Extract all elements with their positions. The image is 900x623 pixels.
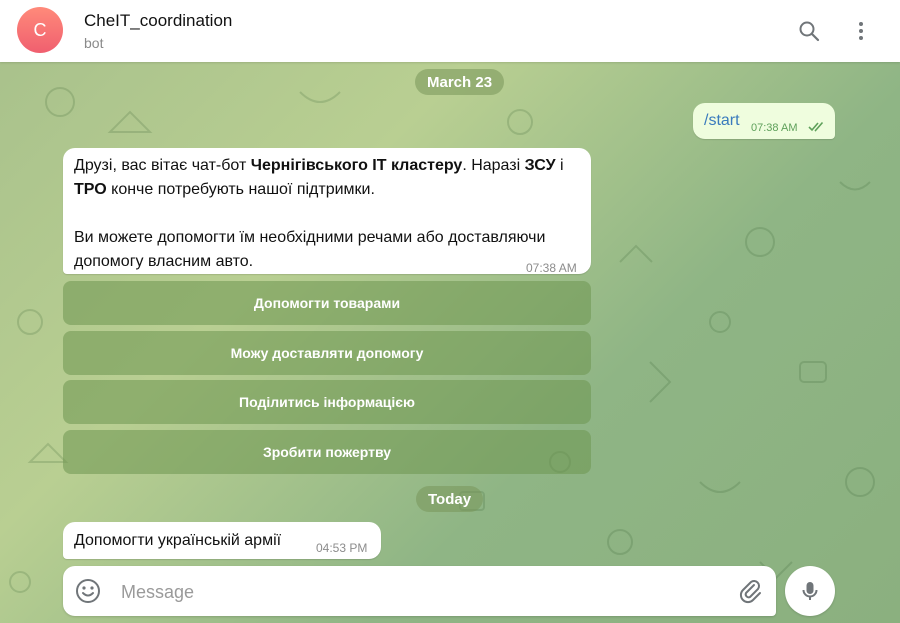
- message-composer: [63, 566, 776, 616]
- chat-title[interactable]: CheIT_coordination: [84, 11, 232, 31]
- message-time: 07:38 AM: [751, 122, 798, 134]
- outgoing-message[interactable]: /start 07:38 AM: [693, 103, 835, 139]
- paperclip-icon[interactable]: [737, 578, 763, 604]
- inline-button-share-info[interactable]: Поділитись інформацією: [63, 380, 591, 424]
- message-text: Друзі, вас вітає чат-бот Чернігівського …: [74, 157, 564, 270]
- avatar[interactable]: C: [17, 7, 63, 53]
- more-options-button[interactable]: [847, 17, 875, 45]
- more-vertical-icon: [859, 22, 863, 40]
- date-separator: March 23: [415, 69, 505, 95]
- incoming-message[interactable]: Друзі, вас вітає чат-бот Чернігівського …: [63, 148, 591, 275]
- inline-button-help-goods[interactable]: Допомогти товарами: [63, 281, 591, 325]
- microphone-icon: [802, 582, 818, 600]
- message-input[interactable]: [119, 578, 723, 606]
- smile-icon[interactable]: [75, 578, 101, 604]
- voice-record-button[interactable]: [785, 566, 835, 616]
- inline-button-deliver-help[interactable]: Можу доставляти допомогу: [63, 331, 591, 375]
- chat-subtitle: bot: [84, 35, 104, 51]
- search-icon: [799, 21, 820, 42]
- message-time: 04:53 PM: [316, 541, 368, 555]
- message-time: 07:38 AM: [526, 261, 577, 275]
- inline-button-donate[interactable]: Зробити пожертву: [63, 430, 591, 474]
- date-separator: Today: [416, 486, 484, 512]
- incoming-message[interactable]: Допомогти українській армії 04:53 PM: [63, 522, 381, 559]
- chat-header: C CheIT_coordination bot: [0, 0, 900, 62]
- message-text: Допомогти українській армії: [74, 532, 282, 549]
- search-button[interactable]: [795, 17, 823, 45]
- double-check-icon: [808, 121, 824, 132]
- command-text[interactable]: /start: [704, 112, 740, 130]
